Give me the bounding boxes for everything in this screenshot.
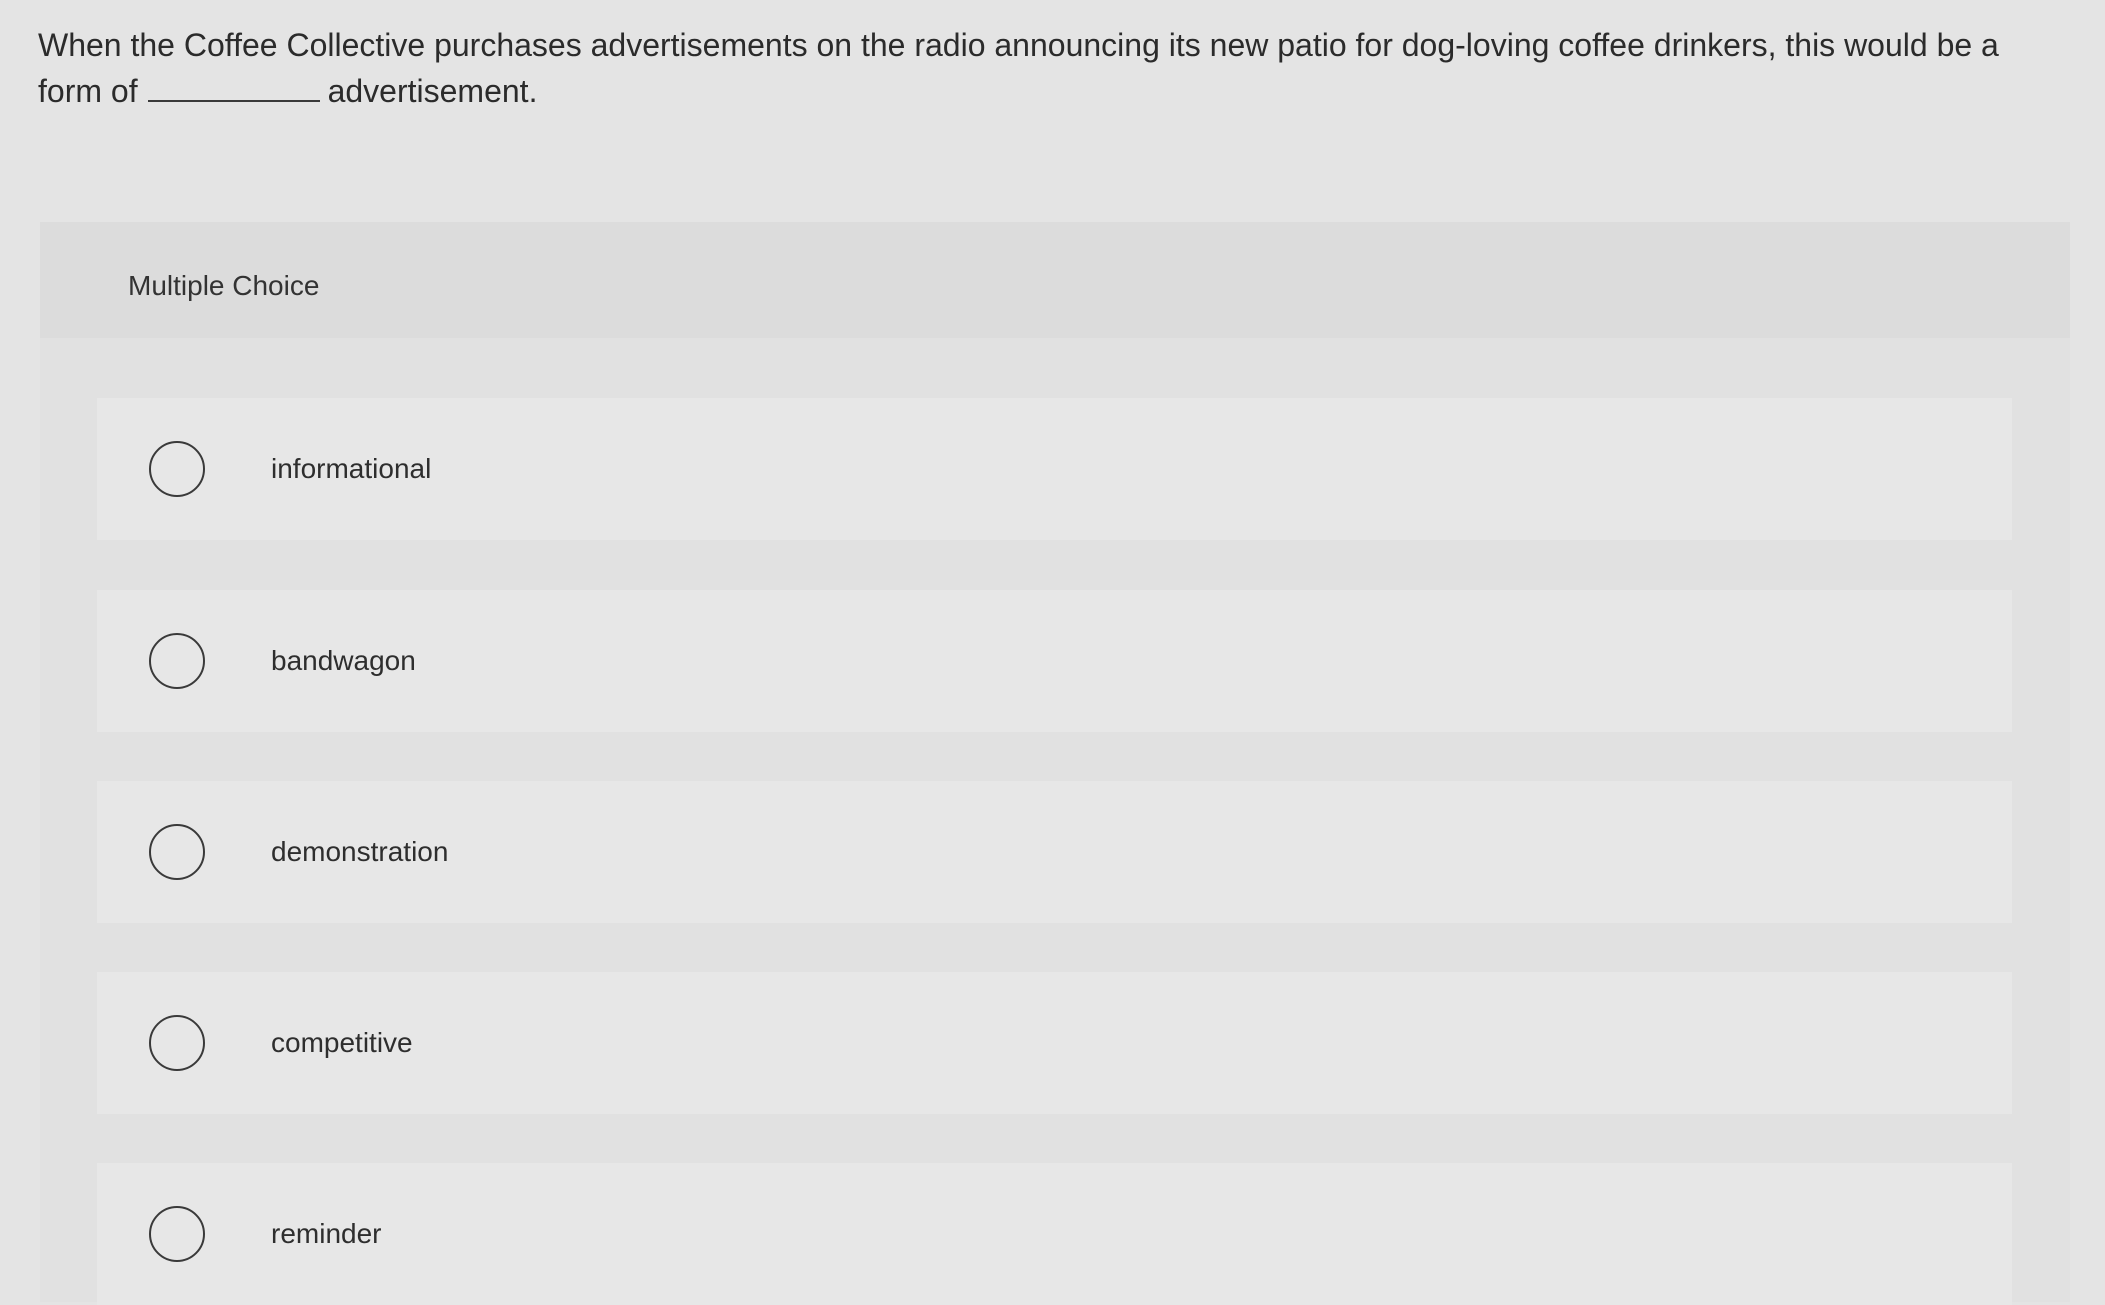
radio-button[interactable]: [149, 1015, 205, 1071]
multiple-choice-header: Multiple Choice: [40, 222, 2070, 338]
option-label: competitive: [271, 1027, 413, 1058]
option-informational[interactable]: informational: [97, 398, 2012, 540]
radio-button[interactable]: [149, 441, 205, 497]
question-text: When the Coffee Collective purchases adv…: [38, 22, 2048, 114]
multiple-choice-label: Multiple Choice: [128, 270, 320, 301]
option-label: reminder: [271, 1218, 382, 1249]
option-competitive[interactable]: competitive: [97, 972, 2012, 1114]
option-reminder[interactable]: reminder: [97, 1163, 2012, 1305]
option-label: bandwagon: [271, 645, 416, 676]
option-demonstration[interactable]: demonstration: [97, 781, 2012, 923]
answer-blank: [147, 70, 320, 102]
option-bandwagon[interactable]: bandwagon: [97, 590, 2012, 732]
option-label: demonstration: [271, 836, 449, 867]
radio-button[interactable]: [149, 633, 205, 689]
option-label: informational: [271, 453, 432, 484]
radio-button[interactable]: [149, 824, 205, 880]
multiple-choice-panel: Multiple Choice informational bandwagon …: [40, 222, 2070, 1305]
question-part-2: advertisement.: [327, 73, 538, 109]
radio-button[interactable]: [149, 1206, 205, 1262]
